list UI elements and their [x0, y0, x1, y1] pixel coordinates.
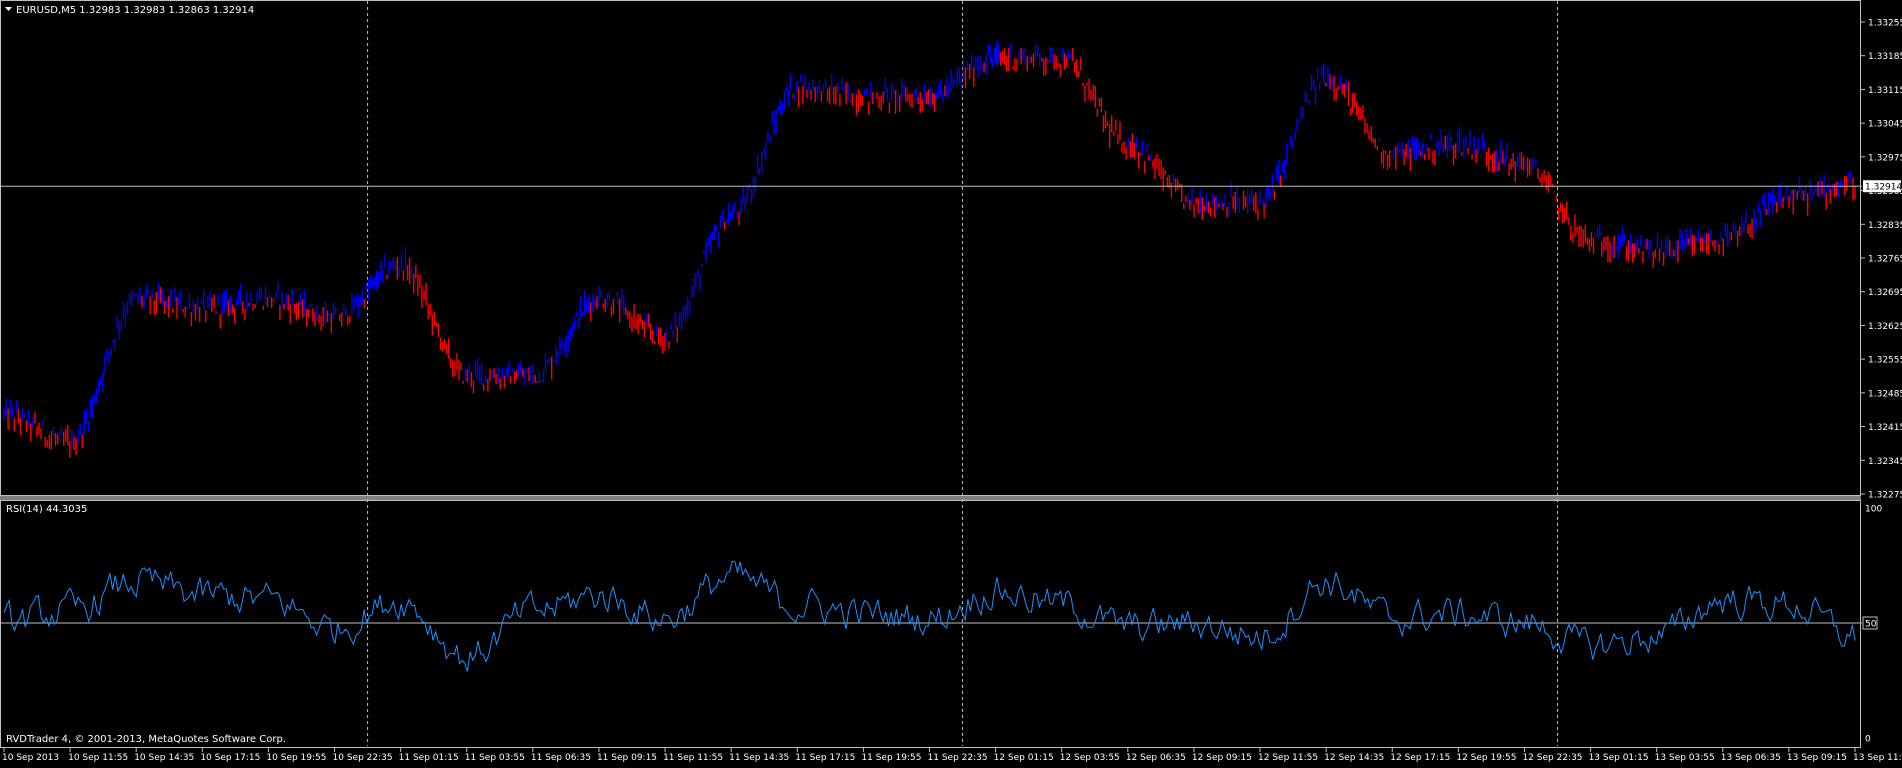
time-tick-label: 12 Sep 09:15 — [1192, 753, 1252, 763]
rsi-label: RSI(14) 44.3035 — [6, 504, 87, 515]
price-series — [3, 40, 1856, 458]
time-tick-label: 11 Sep 17:15 — [795, 753, 855, 763]
panel-frames — [0, 0, 1861, 748]
time-tick-label: 12 Sep 11:55 — [1258, 753, 1318, 763]
chart-header: EURUSD,M5 1.32983 1.32983 1.32863 1.3291… — [5, 5, 254, 16]
rsi-axis: 100 50 0 — [1865, 505, 1882, 745]
price-tick-label: 1.33115 — [1868, 86, 1902, 96]
price-tick-label: 1.33045 — [1868, 120, 1902, 130]
chart-window[interactable]: 1.33255 1.33185 1.33115 1.33045 1.32975 1.329… — [0, 0, 1902, 764]
time-tick-label: 11 Sep 19:55 — [861, 753, 921, 763]
rsi-tick-label: 0 — [1865, 735, 1871, 745]
rsi-series — [1, 560, 1878, 672]
time-tick-label: 11 Sep 11:55 — [663, 753, 723, 763]
current-price-line: 1.32914 — [1, 180, 1902, 193]
rsi-tick-label: 50 — [1865, 620, 1877, 630]
price-tick-label: 1.32555 — [1868, 356, 1902, 366]
current-price-label: 1.32914 — [1865, 183, 1902, 193]
time-tick-label: 12 Sep 22:35 — [1522, 753, 1582, 763]
price-tick-label: 1.32695 — [1868, 288, 1902, 298]
time-tick-label: 10 Sep 2013 — [2, 753, 59, 763]
time-tick-label: 13 Sep 06:35 — [1721, 753, 1781, 763]
price-panel-frame — [0, 0, 1861, 496]
time-tick-label: 10 Sep 14:35 — [134, 753, 194, 763]
time-tick-label: 12 Sep 19:55 — [1456, 753, 1516, 763]
rsi-panel-frame — [0, 500, 1861, 748]
time-tick-label: 10 Sep 11:55 — [68, 753, 128, 763]
symbol-info: EURUSD,M5 1.32983 1.32983 1.32863 1.3291… — [16, 5, 254, 16]
price-tick-label: 1.32485 — [1868, 389, 1902, 399]
time-tick-label: 11 Sep 06:35 — [531, 753, 591, 763]
time-tick-label: 13 Sep 11:55 — [1853, 753, 1902, 763]
time-tick-label: 10 Sep 19:55 — [266, 753, 326, 763]
price-tick-label: 1.32765 — [1868, 255, 1902, 265]
time-tick-label: 12 Sep 01:15 — [994, 753, 1054, 763]
session-separators — [367, 1, 1559, 746]
time-tick-label: 11 Sep 01:15 — [399, 753, 459, 763]
time-tick-label: 12 Sep 03:55 — [1060, 753, 1120, 763]
rsi-tick-label: 100 — [1865, 505, 1882, 515]
time-tick-label: 13 Sep 09:15 — [1787, 753, 1847, 763]
price-tick-label: 1.32835 — [1868, 221, 1902, 231]
rsi-line — [3, 560, 1856, 672]
panel-splitter[interactable] — [0, 496, 1861, 500]
time-tick-label: 12 Sep 14:35 — [1324, 753, 1384, 763]
time-tick-label: 11 Sep 22:35 — [928, 753, 988, 763]
time-tick-label: 11 Sep 14:35 — [729, 753, 789, 763]
time-tick-label: 10 Sep 17:15 — [200, 753, 260, 763]
price-tick-label: 1.32975 — [1868, 153, 1902, 163]
time-tick-label: 13 Sep 03:55 — [1655, 753, 1715, 763]
price-tick-label: 1.32625 — [1868, 322, 1902, 332]
time-axis: 10 Sep 2013 10 Sep 11:55 10 Sep 14:35 10 Se… — [2, 748, 1902, 763]
time-tick-label: 13 Sep 01:15 — [1589, 753, 1649, 763]
price-tick-label: 1.32275 — [1868, 491, 1902, 501]
time-tick-label: 11 Sep 09:15 — [597, 753, 657, 763]
time-tick-label: 12 Sep 06:35 — [1126, 753, 1186, 763]
copyright-text: RVDTrader 4, © 2001-2013, MetaQuotes Sof… — [6, 734, 286, 745]
chart-canvas[interactable]: 1.33255 1.33185 1.33115 1.33045 1.32975 1.329… — [0, 0, 1902, 764]
price-tick-label: 1.33185 — [1868, 52, 1902, 62]
price-tick-label: 1.32415 — [1868, 423, 1902, 433]
price-axis: 1.33255 1.33185 1.33115 1.33045 1.32975 1.329… — [1860, 19, 1902, 501]
triangle-down-icon[interactable] — [5, 7, 12, 11]
time-tick-label: 12 Sep 17:15 — [1390, 753, 1450, 763]
time-tick-label: 10 Sep 22:35 — [333, 753, 393, 763]
price-tick-label: 1.32345 — [1868, 457, 1902, 467]
price-tick-label: 1.33255 — [1868, 19, 1902, 29]
time-tick-label: 11 Sep 03:55 — [465, 753, 525, 763]
